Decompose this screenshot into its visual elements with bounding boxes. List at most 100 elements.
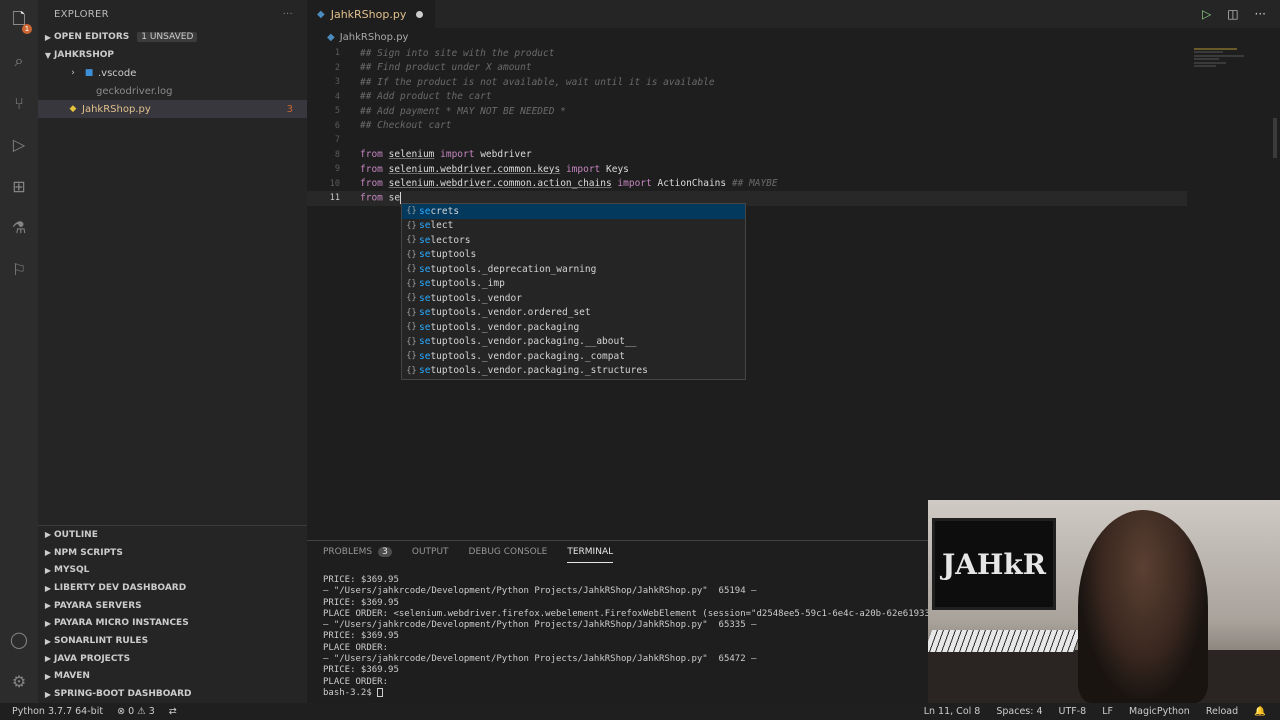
code-line: 7 (307, 133, 1187, 148)
suggestion-item[interactable]: {} se crets (402, 204, 745, 219)
section-label: PAYARA SERVERS (54, 600, 142, 611)
extensions-icon[interactable]: ⊞ (8, 175, 30, 197)
section-payara-micro-instances[interactable]: ▶ PAYARA MICRO INSTANCES (38, 615, 307, 633)
source-control-icon[interactable]: ⑂ (8, 92, 30, 114)
section-maven[interactable]: ▶ MAVEN (38, 668, 307, 686)
editor-scrollbar[interactable] (1270, 46, 1280, 540)
python-interpreter[interactable]: Python 3.7.7 64-bit (12, 706, 103, 717)
suggestion-item[interactable]: {} se tuptools._vendor.packaging._compat (402, 349, 745, 364)
run-debug-icon[interactable]: ▷ (8, 133, 30, 155)
search-icon[interactable]: ⌕ (8, 50, 30, 72)
tab-problems[interactable]: PROBLEMS 3 (323, 541, 392, 563)
section-payara-servers[interactable]: ▶ PAYARA SERVERS (38, 597, 307, 615)
tree-item-vscode[interactable]: › ■ .vscode (38, 64, 307, 82)
tree-item-label: geckodriver.log (96, 85, 173, 97)
error-icon: ⊗ (117, 706, 126, 717)
line-number: 5 (334, 106, 340, 117)
section-npm-scripts[interactable]: ▶ NPM SCRIPTS (38, 544, 307, 562)
suggestion-match: se (419, 249, 431, 261)
unsaved-dot-icon[interactable] (416, 10, 424, 18)
line-number: 6 (334, 120, 340, 131)
cursor-position[interactable]: Ln 11, Col 8 (924, 706, 981, 717)
suggestion-rest: tuptools._vendor.ordered_set (430, 307, 591, 319)
problems-status[interactable]: ⊗ 0 ⚠ 3 (117, 706, 155, 717)
section-outline[interactable]: ▶ OUTLINE (38, 526, 307, 544)
chevron-right-icon: ▶ (44, 530, 52, 540)
reload-button[interactable]: Reload (1206, 706, 1238, 717)
code-comment: ## Find product under X amount (360, 62, 532, 74)
chevron-right-icon: ▶ (44, 654, 52, 664)
tab-output[interactable]: OUTPUT (412, 541, 449, 563)
suggestion-match: se (419, 350, 431, 362)
suggestion-item[interactable]: {} se tuptools._vendor.packaging (402, 320, 745, 335)
chevron-right-icon: ▶ (44, 32, 52, 42)
more-actions-icon[interactable]: ··· (283, 9, 293, 20)
suggestion-match: se (419, 278, 431, 290)
end-of-line[interactable]: LF (1102, 706, 1113, 717)
suggestion-rest: tuptools._vendor.packaging.__about__ (430, 336, 637, 348)
account-icon[interactable]: ◯ (8, 628, 30, 650)
section-sonarlint-rules[interactable]: ▶ SONARLINT RULES (38, 632, 307, 650)
tree-item-jahkrshop-py[interactable]: ◆ JahkRShop.py 3 (38, 100, 307, 118)
suggestion-match: se (419, 292, 431, 304)
suggestion-item[interactable]: {} se lectors (402, 233, 745, 248)
chevron-right-icon: ▶ (44, 548, 52, 558)
suggestion-item[interactable]: {} se tuptools._vendor.ordered_set (402, 306, 745, 321)
tab-jahkrshop-py[interactable]: ◆ JahkRShop.py (307, 0, 436, 28)
unsaved-badge: 1 (22, 24, 32, 34)
suggestion-match: se (419, 220, 431, 232)
settings-gear-icon[interactable]: ⚙ (8, 670, 30, 692)
monitor-logo-text: JAHkR (941, 547, 1047, 581)
chevron-right-icon: › (71, 68, 75, 78)
section-liberty-dev-dashboard[interactable]: ▶ LIBERTY DEV DASHBOARD (38, 579, 307, 597)
suggestion-item[interactable]: {} se tuptools (402, 248, 745, 263)
suggestion-rest: tuptools._deprecation_warning (430, 263, 597, 275)
run-file-icon[interactable]: ▷ (1202, 7, 1211, 21)
editor-tab-bar: ◆ JahkRShop.py ▷ ◫ ··· (307, 0, 1280, 28)
more-actions-icon[interactable]: ··· (1255, 7, 1266, 21)
module-icon: {} (406, 206, 417, 217)
section-mysql[interactable]: ▶ MYSQL (38, 562, 307, 580)
open-editors-section[interactable]: ▶ OPEN EDITORS 1 UNSAVED (38, 28, 307, 46)
tab-debug-console[interactable]: DEBUG CONSOLE (469, 541, 548, 563)
notification-bell-icon[interactable]: 🔔 (1254, 706, 1266, 717)
code-comment: ## MAYBE (731, 178, 778, 190)
tree-item-geckodriver-log[interactable]: geckodriver.log (38, 82, 307, 100)
sidebar-bottom-sections: ▶ OUTLINE ▶ NPM SCRIPTS ▶ MYSQL ▶ LIBERTY DE… (38, 525, 307, 703)
suggestion-item[interactable]: {} se tuptools._deprecation_warning (402, 262, 745, 277)
tab-terminal[interactable]: TERMINAL (567, 541, 614, 563)
suggestion-item[interactable]: {} se lect (402, 219, 745, 234)
webcam-person (1078, 510, 1208, 703)
remote-explorer-icon[interactable]: ⚐ (8, 258, 30, 280)
suggestion-item[interactable]: {} se tuptools._vendor.packaging._structur… (402, 364, 745, 379)
imported-name: ActionChains (657, 178, 727, 190)
minimap[interactable] (1194, 46, 1266, 166)
project-folder[interactable]: ▼ JAHKRSHOP (38, 46, 307, 64)
python-file-icon: ◆ (327, 31, 335, 43)
suggestion-rest: crets (430, 205, 460, 217)
suggestion-item[interactable]: {} se tuptools._vendor (402, 291, 745, 306)
testing-icon[interactable]: ⚗ (8, 216, 30, 238)
suggestion-item[interactable]: {} se tuptools._imp (402, 277, 745, 292)
terminal-line: – "/Users/jahkrcode/Development/Python P… (323, 654, 757, 665)
section-spring-boot-dashboard[interactable]: ▶ SPRING-BOOT DASHBOARD (38, 685, 307, 703)
scrollbar-thumb[interactable] (1273, 118, 1277, 158)
encoding[interactable]: UTF-8 (1059, 706, 1087, 717)
code-comment: ## Sign into site with the product (360, 47, 555, 59)
live-share-icon[interactable]: ⇄ (169, 706, 177, 717)
autocomplete-suggestions: {} se crets {} se lect {} se lectors {} se tupto… (401, 203, 746, 380)
line-number: 8 (334, 149, 340, 160)
explorer-icon[interactable]: 🗋 1 (8, 9, 32, 34)
module-icon: {} (406, 235, 417, 246)
breadcrumb-file[interactable]: JahkRShop.py (340, 32, 409, 43)
indentation[interactable]: Spaces: 4 (996, 706, 1042, 717)
terminal-output[interactable]: PRICE: $369.95– "/Users/jahkrcode/Develo… (323, 575, 935, 699)
explorer-title: EXPLORER (54, 8, 109, 20)
section-java-projects[interactable]: ▶ JAVA PROJECTS (38, 650, 307, 668)
module-icon: {} (406, 220, 417, 231)
line-number: 7 (334, 135, 340, 146)
suggestion-item[interactable]: {} se tuptools._vendor.packaging.__about__ (402, 335, 745, 350)
split-editor-icon[interactable]: ◫ (1227, 7, 1238, 21)
language-mode[interactable]: MagicPython (1129, 706, 1190, 717)
tree-item-label: .vscode (98, 67, 137, 79)
